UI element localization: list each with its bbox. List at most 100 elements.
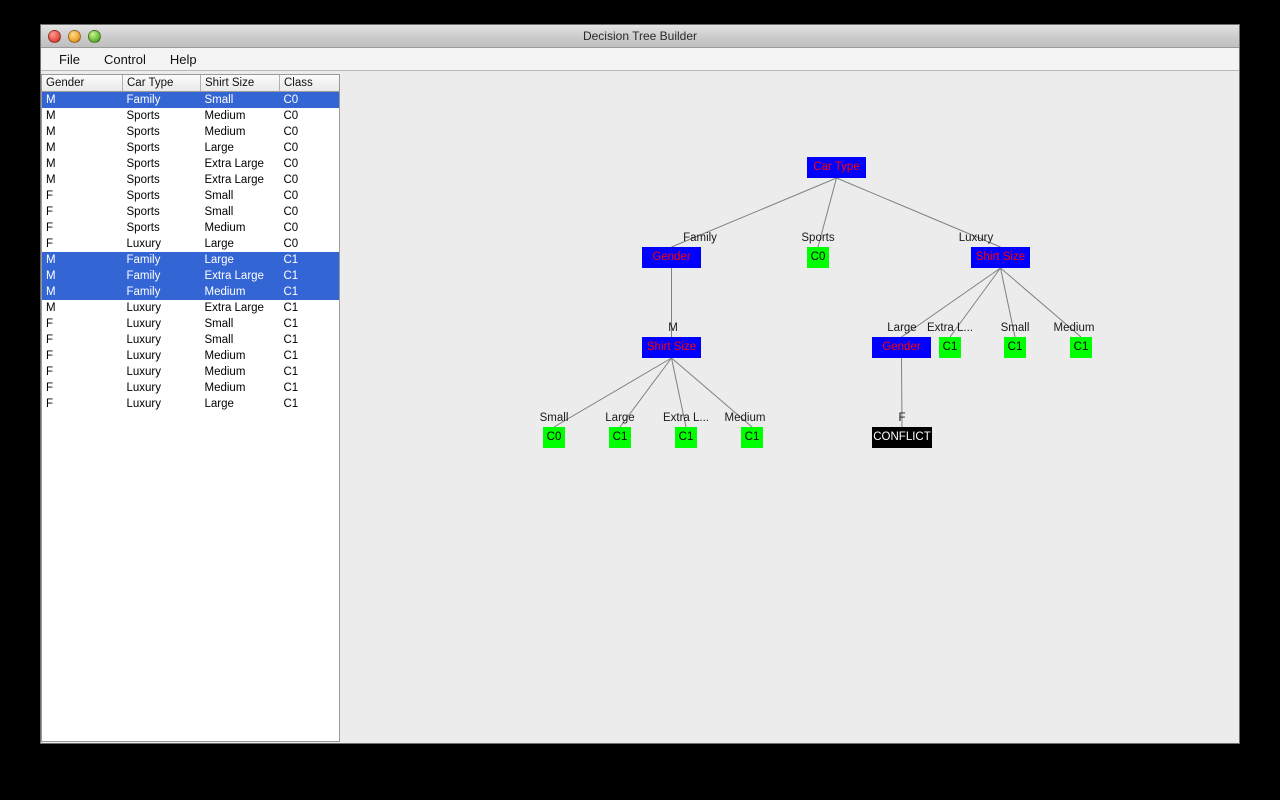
tree-edge-label: Extra L... bbox=[926, 322, 974, 334]
cell-car-type: Family bbox=[122, 284, 201, 300]
table-row[interactable]: M Sports Large C0 bbox=[42, 140, 339, 156]
cell-gender: M bbox=[46, 126, 56, 138]
table-row[interactable]: F Luxury Large C1 bbox=[42, 396, 339, 412]
column-header-gender[interactable]: Gender bbox=[42, 75, 123, 92]
cell-shirt-size: Medium bbox=[200, 284, 280, 300]
cell-gender: F bbox=[46, 222, 54, 234]
cell-shirt-size: Medium bbox=[204, 350, 246, 362]
tree-edges-layer bbox=[553, 177, 1082, 428]
tree-node-n-fm-xl[interactable]: C1 bbox=[675, 427, 697, 448]
window-title: Decision Tree Builder bbox=[582, 29, 698, 43]
cell-shirt-size: Large bbox=[200, 252, 280, 268]
tree-node-n-family[interactable]: Gender bbox=[642, 247, 701, 268]
tree-node-n-lux-sm[interactable]: C1 bbox=[1004, 337, 1026, 358]
table-row[interactable]: M Family Medium C1 bbox=[42, 284, 339, 300]
cell-gender: M bbox=[42, 268, 123, 284]
tree-node-n-sports[interactable]: C0 bbox=[807, 247, 829, 268]
cell-car-type: Luxury bbox=[126, 238, 162, 250]
tree-node-n-lux-lg[interactable]: Gender bbox=[872, 337, 931, 358]
cell-car-type: Sports bbox=[126, 206, 160, 218]
cell-car-type: Sports bbox=[126, 110, 160, 122]
cell-class: C1 bbox=[283, 334, 299, 346]
table-row[interactable]: F Luxury Small C1 bbox=[42, 316, 339, 332]
cell-class: C0 bbox=[283, 238, 299, 250]
table-row[interactable]: M Family Large C1 bbox=[42, 252, 339, 268]
tree-edge-label: M bbox=[668, 322, 678, 334]
table-row[interactable]: F Sports Medium C0 bbox=[42, 220, 339, 236]
cell-gender: M bbox=[42, 91, 123, 108]
dataset-table: Gender Car Type Shirt Size Class M Family… bbox=[42, 75, 339, 413]
cell-gender: F bbox=[46, 238, 54, 250]
table-row[interactable]: M Sports Medium C0 bbox=[42, 124, 339, 140]
cell-class: C1 bbox=[283, 398, 299, 410]
menu-bar: File Control Help bbox=[41, 48, 1239, 71]
cell-shirt-size: Small bbox=[204, 318, 234, 330]
column-header-car-type[interactable]: Car Type bbox=[122, 75, 201, 92]
tree-node-n-fam-m[interactable]: Shirt Size bbox=[642, 337, 701, 358]
table-row[interactable]: M Family Small C0 bbox=[42, 91, 339, 108]
cell-shirt-size: Medium bbox=[204, 126, 246, 138]
table-header-row: Gender Car Type Shirt Size Class bbox=[42, 75, 339, 92]
tree-node-n-fm-lg[interactable]: C1 bbox=[609, 427, 631, 448]
column-header-class[interactable]: Class bbox=[279, 75, 339, 92]
tree-node-n-fm-sm[interactable]: C0 bbox=[543, 427, 565, 448]
cell-car-type: Family bbox=[122, 268, 201, 284]
table-row[interactable]: F Luxury Medium C1 bbox=[42, 364, 339, 380]
cell-shirt-size: Large bbox=[204, 398, 234, 410]
cell-shirt-size: Large bbox=[204, 238, 234, 250]
cell-car-type: Luxury bbox=[126, 366, 162, 378]
cell-gender: M bbox=[46, 302, 56, 314]
cell-shirt-size: Small bbox=[204, 334, 234, 346]
tree-node-n-fm-md[interactable]: C1 bbox=[741, 427, 763, 448]
cell-class: C1 bbox=[279, 284, 339, 300]
table-row[interactable]: F Luxury Medium C1 bbox=[42, 380, 339, 396]
cell-class: C0 bbox=[283, 110, 299, 122]
cell-shirt-size: Extra Large bbox=[204, 174, 264, 186]
tree-node-n-conflict[interactable]: CONFLICT bbox=[872, 427, 932, 448]
table-row[interactable]: M Family Extra Large C1 bbox=[42, 268, 339, 284]
cell-car-type: Family bbox=[122, 91, 201, 108]
cell-gender: F bbox=[46, 398, 54, 410]
tree-node-n-lux-xl[interactable]: C1 bbox=[939, 337, 961, 358]
cell-shirt-size: Small bbox=[204, 190, 234, 202]
decision-tree-canvas[interactable]: Car Type Gender C0 Shirt Size Shirt Size Gend… bbox=[341, 74, 1239, 743]
menu-item-control[interactable]: Control bbox=[92, 50, 158, 69]
cell-class: C0 bbox=[283, 158, 299, 170]
cell-class: C0 bbox=[283, 126, 299, 138]
title-bar[interactable]: Decision Tree Builder bbox=[41, 25, 1239, 48]
cell-car-type: Luxury bbox=[126, 302, 162, 314]
table-body: M Family Small C0 M Sports Medium C0 M Sports Medi… bbox=[42, 91, 339, 413]
cell-car-type: Sports bbox=[126, 126, 160, 138]
application-window: Decision Tree Builder File Control Help … bbox=[40, 24, 1240, 744]
cell-car-type: Sports bbox=[126, 222, 160, 234]
table-row[interactable]: F Sports Small C0 bbox=[42, 204, 339, 220]
tree-node-n-lux-md[interactable]: C1 bbox=[1070, 337, 1092, 358]
table-row[interactable]: M Luxury Extra Large C1 bbox=[42, 300, 339, 316]
menu-item-help[interactable]: Help bbox=[158, 50, 209, 69]
cell-gender: M bbox=[42, 284, 123, 300]
cell-shirt-size: Medium bbox=[204, 110, 246, 122]
column-header-shirt-size[interactable]: Shirt Size bbox=[200, 75, 280, 92]
table-row[interactable]: F Luxury Medium C1 bbox=[42, 348, 339, 364]
dataset-table-panel[interactable]: Gender Car Type Shirt Size Class M Family… bbox=[41, 74, 340, 742]
table-row[interactable]: F Luxury Small C1 bbox=[42, 332, 339, 348]
cell-class: C1 bbox=[283, 302, 299, 314]
table-row[interactable]: M Sports Extra Large C0 bbox=[42, 172, 339, 188]
cell-gender: F bbox=[46, 382, 54, 394]
tree-node-root[interactable]: Car Type bbox=[807, 157, 866, 178]
table-row[interactable]: F Sports Small C0 bbox=[42, 188, 339, 204]
menu-item-file[interactable]: File bbox=[47, 50, 92, 69]
cell-gender: F bbox=[46, 190, 54, 202]
table-row[interactable]: F Luxury Large C0 bbox=[42, 236, 339, 252]
table-row[interactable]: M Sports Medium C0 bbox=[42, 108, 339, 124]
cell-shirt-size: Medium bbox=[204, 366, 246, 378]
tree-edge-label: Large bbox=[887, 322, 917, 334]
tree-node-n-luxury[interactable]: Shirt Size bbox=[971, 247, 1030, 268]
cell-class: C1 bbox=[283, 366, 299, 378]
cell-gender: M bbox=[46, 158, 56, 170]
tree-edge-label: Family bbox=[683, 232, 717, 244]
cell-class: C0 bbox=[279, 91, 339, 108]
table-row[interactable]: M Sports Extra Large C0 bbox=[42, 156, 339, 172]
cell-shirt-size: Small bbox=[204, 206, 234, 218]
cell-car-type: Luxury bbox=[126, 398, 162, 410]
